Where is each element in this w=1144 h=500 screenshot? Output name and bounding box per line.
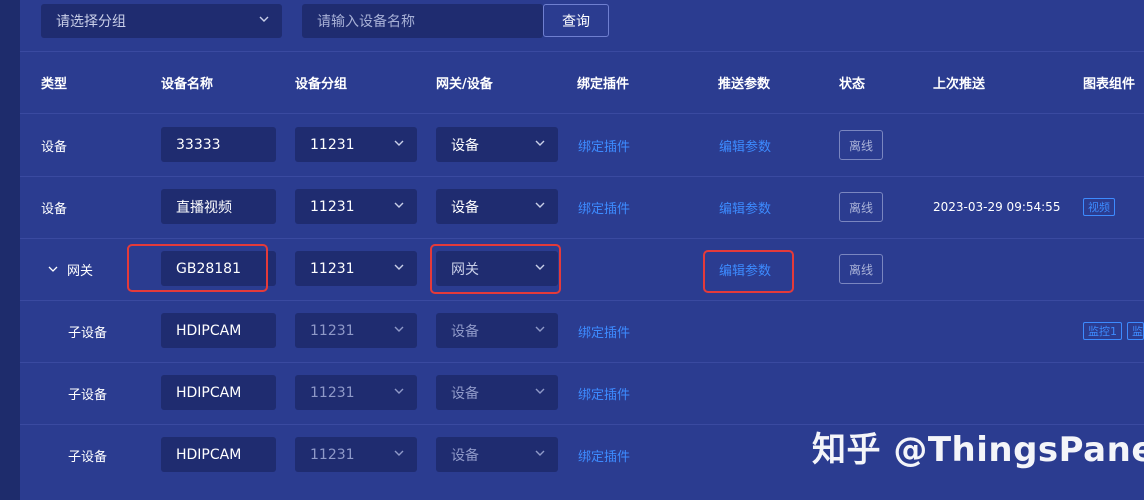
gateway-device-value: 设备 [451,199,479,216]
chart-tag-monitor[interactable]: 监控1 [1083,322,1122,340]
chevron-down-icon [394,326,404,332]
bind-plugin-link[interactable]: 绑定插件 [578,176,630,238]
bind-plugin-link[interactable]: 绑定插件 [578,114,630,176]
expand-chevron-icon[interactable] [47,263,59,275]
query-button[interactable]: 查询 [543,4,609,37]
group-select[interactable]: 11231 [295,189,417,224]
group-select[interactable]: 请选择分组 [41,4,282,38]
device-name-input[interactable]: HDIPCAM [161,313,276,348]
chart-tag-monitor-partial[interactable]: 监 [1127,322,1144,340]
column-header-params: 推送参数 [718,77,771,92]
status-badge: 离线 [839,130,883,160]
chevron-down-icon [535,140,545,146]
bind-plugin-link[interactable]: 绑定插件 [578,300,630,362]
chevron-down-icon [535,202,545,208]
chevron-down-icon [394,140,404,146]
last-push-time: 2023-03-29 09:54:55 [933,200,1061,214]
gateway-device-select[interactable]: 设备 [436,189,558,224]
chevron-down-icon [394,388,404,394]
column-header-last-push: 上次推送 [933,77,986,92]
column-header-name: 设备名称 [161,77,214,92]
group-value: 11231 [310,260,355,277]
table-row: 子设备 HDIPCAM 11231 设备 绑定插件 监控1 监 [20,300,1144,363]
column-header-chart: 图表组件 [1083,77,1136,92]
row-type: 子设备 [68,387,108,403]
column-header-gateway: 网关/设备 [436,77,493,92]
highlight-params-box [703,250,794,293]
group-select[interactable]: 11231 [295,437,417,472]
bind-plugin-link[interactable]: 绑定插件 [578,424,630,486]
group-value: 11231 [310,446,355,463]
device-name-input[interactable]: HDIPCAM [161,437,276,472]
status-badge: 离线 [839,192,883,222]
column-header-status: 状态 [839,77,866,92]
column-header-type: 类型 [41,77,68,92]
gateway-device-select[interactable]: 设备 [436,437,558,472]
group-select[interactable]: 11231 [295,251,417,286]
edit-params-link[interactable]: 编辑参数 [719,114,771,176]
group-select-placeholder: 请选择分组 [56,14,126,30]
device-name-input[interactable]: 33333 [161,127,276,162]
status-badge: 离线 [839,254,883,284]
chevron-down-icon [535,388,545,394]
chevron-down-icon [394,202,404,208]
device-name-placeholder: 请输入设备名称 [317,14,415,30]
column-header-plugin: 绑定插件 [577,77,630,92]
bind-plugin-link[interactable]: 绑定插件 [578,362,630,424]
row-type: 设备 [41,201,68,217]
group-select[interactable]: 11231 [295,375,417,410]
gateway-device-value: 设备 [451,137,479,154]
group-value: 11231 [310,198,355,215]
row-type: 子设备 [68,325,108,341]
gateway-device-select[interactable]: 设备 [436,313,558,348]
table-row: 设备 直播视频 11231 设备 绑定插件 编辑参数 离线 2023-03-29… [20,176,1144,239]
device-name-input[interactable]: HDIPCAM [161,375,276,410]
chevron-down-icon [535,326,545,332]
chevron-down-icon [394,450,404,456]
watermark: 知乎 @ThingsPanel [812,430,1144,470]
highlight-name-box [127,244,268,292]
group-select[interactable]: 11231 [295,313,417,348]
group-value: 11231 [310,384,355,401]
group-value: 11231 [310,322,355,339]
left-edge-strip [0,0,20,500]
row-type: 设备 [41,139,68,155]
edit-params-link[interactable]: 编辑参数 [719,176,771,238]
gateway-device-select[interactable]: 设备 [436,375,558,410]
table-row: 设备 33333 11231 设备 绑定插件 编辑参数 离线 [20,114,1144,177]
table-row: 子设备 HDIPCAM 11231 设备 绑定插件 [20,362,1144,425]
gateway-device-value: 设备 [451,385,479,402]
chevron-down-icon [535,450,545,456]
device-name-search-input[interactable]: 请输入设备名称 [302,4,543,38]
chart-tag-video[interactable]: 视频 [1083,198,1115,216]
highlight-gateway-box [430,244,561,294]
gateway-device-value: 设备 [451,447,479,464]
chevron-down-icon [394,264,404,270]
row-type: 子设备 [68,449,108,465]
gateway-device-value: 设备 [451,323,479,340]
group-select[interactable]: 11231 [295,127,417,162]
group-value: 11231 [310,136,355,153]
chevron-down-icon [259,16,269,22]
device-name-input[interactable]: 直播视频 [161,189,276,224]
gateway-device-select[interactable]: 设备 [436,127,558,162]
table-header: 类型 设备名称 设备分组 网关/设备 绑定插件 推送参数 状态 上次推送 图表组… [20,52,1144,114]
row-type: 网关 [67,263,94,279]
column-header-group: 设备分组 [295,77,348,92]
